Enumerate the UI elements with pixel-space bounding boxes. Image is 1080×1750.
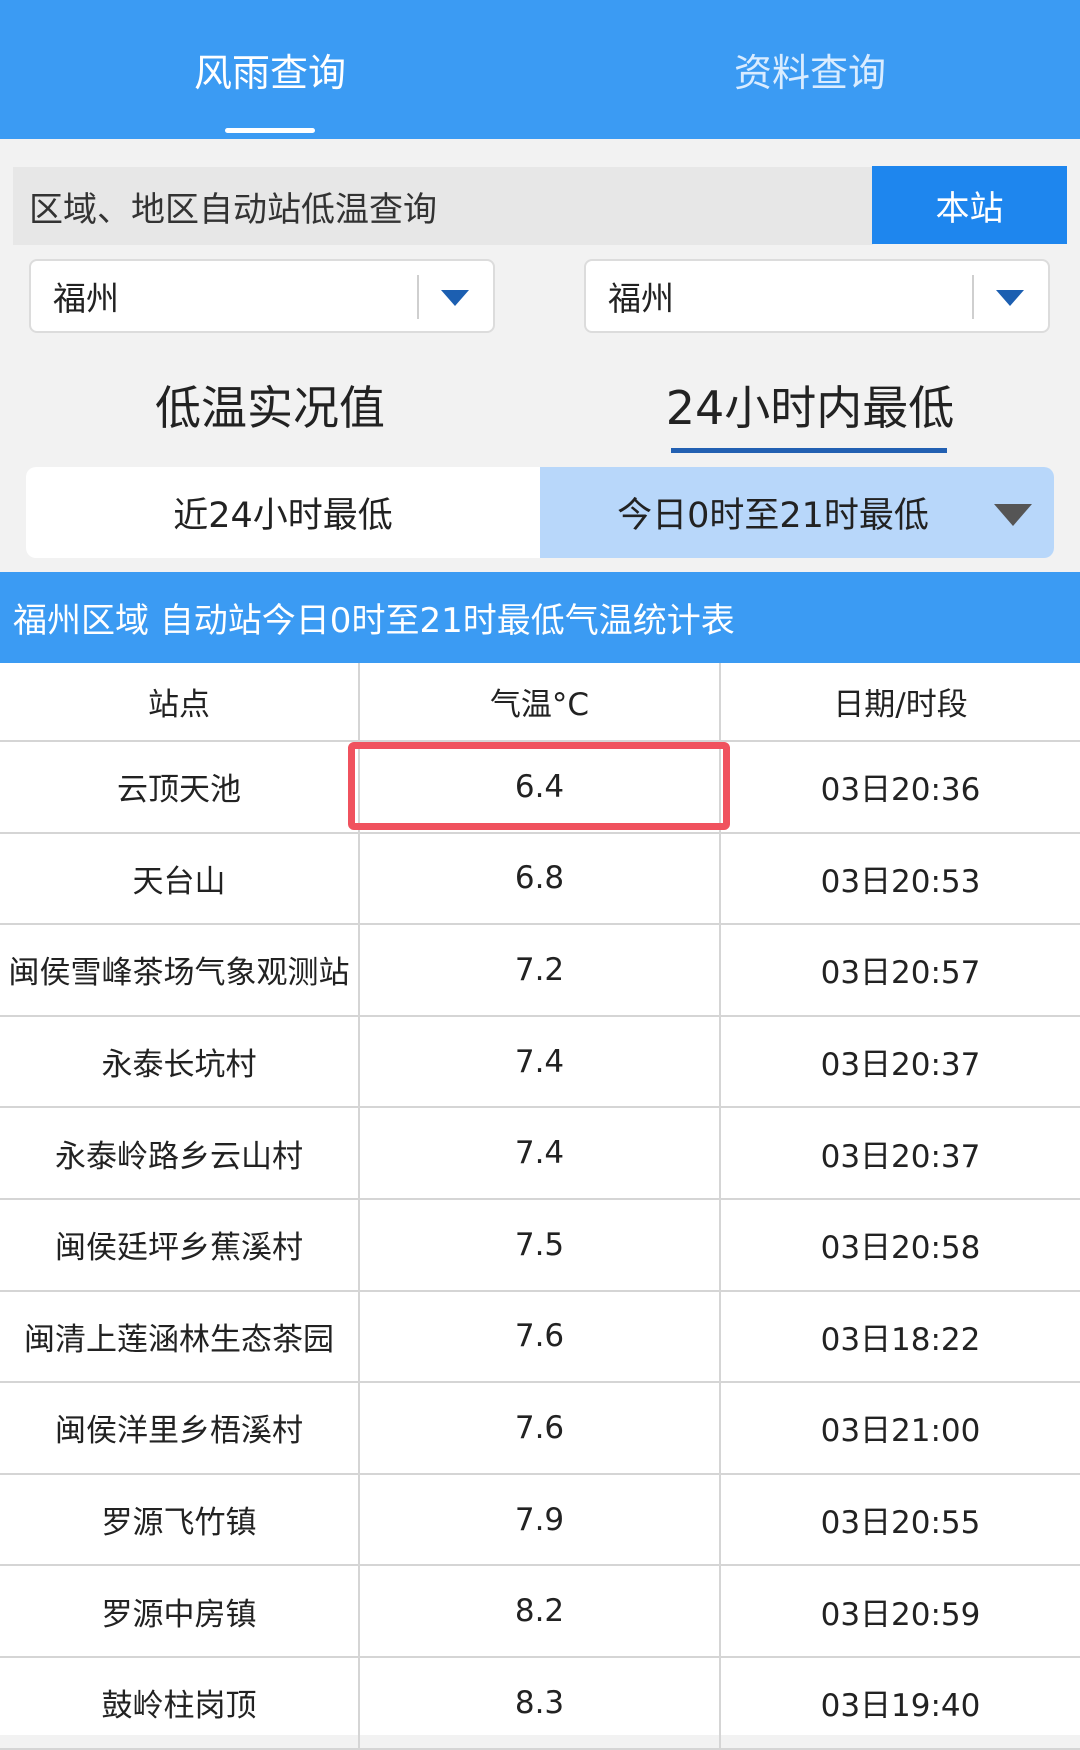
time-cell: 03日21:00: [820, 1413, 981, 1450]
active-tab-indicator: [225, 128, 315, 133]
time-cell: 03日20:55: [820, 1505, 981, 1542]
temperature-cell: 7.6: [360, 1383, 721, 1473]
station-cell: 罗源中房镇: [0, 1566, 360, 1656]
option-last-24h-min[interactable]: 近24小时最低: [26, 467, 540, 558]
select-divider: [972, 275, 974, 319]
table-title: 福州区域 自动站今日0时至21时最低气温统计表: [0, 572, 1080, 663]
temperature-cell: 6.4: [360, 742, 721, 832]
table-row: 云顶天池 6.4 03日20:36: [0, 742, 1080, 834]
time-cell: 03日20:53: [820, 863, 981, 900]
table-row: 闽侯雪峰茶场气象观测站 7.2 03日20:57: [0, 925, 1080, 1017]
station-cell: 永泰长坑村: [0, 1016, 360, 1107]
table-row: 天台山 6.8 03日20:53: [0, 833, 1080, 926]
station-cell: 闽清上莲涵林生态茶园: [0, 1291, 360, 1382]
station-cell: 闽侯雪峰茶场气象观测站: [0, 925, 360, 1015]
active-big-tab-indicator: [671, 448, 947, 453]
temperature-cell: 7.6: [360, 1291, 721, 1382]
table-row: 闽侯洋里乡梧溪村 7.6 03日21:00: [0, 1383, 1080, 1475]
temperature-cell: 6.8: [360, 833, 721, 924]
header-date-time: 日期/时段: [833, 687, 968, 723]
time-cell: 03日20:59: [820, 1596, 981, 1633]
period-option-bar: 近24小时最低 今日0时至21时最低: [26, 467, 1054, 558]
temperature-cell: 8.2: [360, 1566, 721, 1656]
table-row: 闽清上莲涵林生态茶园 7.6 03日18:22: [0, 1291, 1080, 1384]
table-row: 闽侯廷坪乡蕉溪村 7.5 03日20:58: [0, 1200, 1080, 1292]
region-select[interactable]: 福州: [29, 259, 495, 333]
header-station: 站点: [0, 663, 360, 740]
station-cell: 鼓岭柱岗顶: [0, 1658, 360, 1748]
temperature-cell: 7.4: [360, 1016, 721, 1107]
time-cell: 03日18:22: [820, 1321, 981, 1358]
region-select-value: 福州: [53, 279, 119, 318]
temperature-cell: 7.9: [360, 1474, 721, 1565]
low-temp-table: 站点 气温°C 日期/时段 云顶天池 6.4 03日20:36 天台山 6.8 03日20…: [0, 663, 1080, 1750]
area-select[interactable]: 福州: [584, 259, 1050, 333]
time-cell: 03日20:36: [820, 772, 981, 809]
time-cell: 03日19:40: [820, 1688, 981, 1725]
table-header-row: 站点 气温°C 日期/时段: [0, 663, 1080, 742]
station-cell: 闽侯洋里乡梧溪村: [0, 1383, 360, 1473]
station-cell: 云顶天池: [0, 742, 360, 832]
dropdown-triangle-icon: [994, 504, 1032, 526]
tab-data-query[interactable]: 资料查询: [540, 0, 1080, 139]
header-temperature: 气温°C: [360, 663, 721, 740]
query-title: 区域、地区自动站低温查询: [13, 167, 873, 245]
option-today-label: 今日0时至21时最低: [617, 496, 929, 536]
temperature-cell: 8.3: [360, 1658, 721, 1748]
station-cell: 罗源飞竹镇: [0, 1474, 360, 1565]
station-cell: 闽侯廷坪乡蕉溪村: [0, 1200, 360, 1290]
table-row: 罗源飞竹镇 7.9 03日20:55: [0, 1474, 1080, 1567]
table-row: 永泰岭路乡云山村 7.4 03日20:37: [0, 1108, 1080, 1200]
chevron-down-icon: [441, 290, 469, 306]
time-cell: 03日20:37: [820, 1138, 981, 1175]
chevron-down-icon: [996, 290, 1024, 306]
table-row: 鼓岭柱岗顶 8.3 03日19:40: [0, 1658, 1080, 1750]
tab-24h-minimum[interactable]: 24小时内最低: [540, 365, 1080, 445]
tab-wind-rain-query[interactable]: 风雨查询: [0, 0, 540, 139]
temperature-cell: 7.2: [360, 925, 721, 1015]
top-tab-bar: 风雨查询 资料查询: [0, 0, 1080, 139]
option-today-0-21-min[interactable]: 今日0时至21时最低: [540, 467, 1054, 558]
station-cell: 永泰岭路乡云山村: [0, 1108, 360, 1198]
table-row: 永泰长坑村 7.4 03日20:37: [0, 1016, 1080, 1109]
temperature-cell: 7.4: [360, 1108, 721, 1198]
temperature-cell: 7.5: [360, 1200, 721, 1290]
time-cell: 03日20:37: [820, 1047, 981, 1084]
area-select-value: 福州: [608, 279, 674, 318]
table-row: 罗源中房镇 8.2 03日20:59: [0, 1566, 1080, 1658]
time-cell: 03日20:57: [820, 955, 981, 992]
this-station-button[interactable]: 本站: [872, 166, 1067, 244]
tab-low-temp-live[interactable]: 低温实况值: [0, 365, 540, 445]
time-cell: 03日20:58: [820, 1230, 981, 1267]
station-cell: 天台山: [0, 833, 360, 924]
select-divider: [417, 275, 419, 319]
